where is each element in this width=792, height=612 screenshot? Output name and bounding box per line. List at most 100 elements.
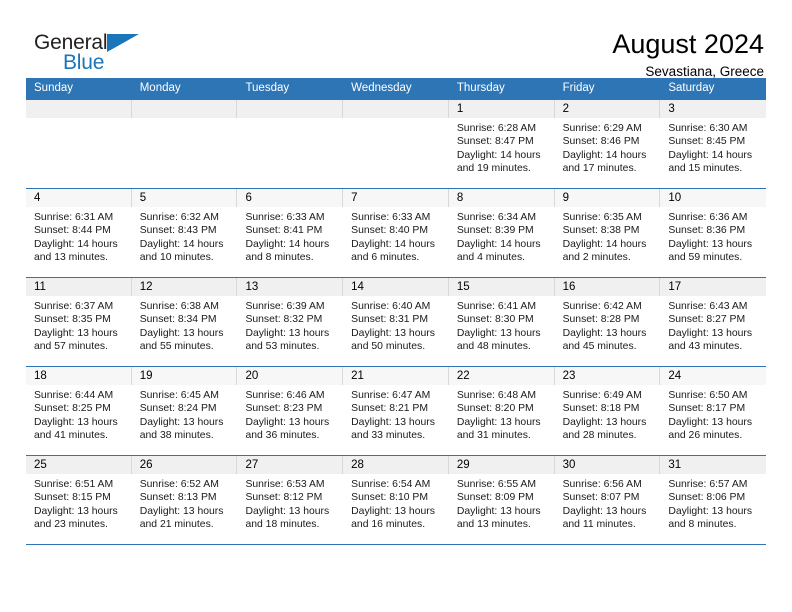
sunset-text: Sunset: 8:44 PM <box>34 225 111 237</box>
day-number: 18 <box>26 367 132 385</box>
sunset-text: Sunset: 8:46 PM <box>562 136 640 148</box>
day-number: 17 <box>660 278 767 296</box>
day-cell[interactable]: 12 Sunrise: 6:38 AM Sunset: 8:34 PM Dayl… <box>131 278 238 366</box>
daylight-text-line2: and 11 minutes. <box>562 519 636 531</box>
daylight-text-line1: Daylight: 13 hours <box>668 238 753 250</box>
sunset-text: Sunset: 8:15 PM <box>34 492 111 504</box>
day-details: Sunrise: 6:38 AM Sunset: 8:34 PM Dayligh… <box>131 296 238 366</box>
day-cell[interactable]: 4 Sunrise: 6:31 AM Sunset: 8:44 PM Dayli… <box>26 189 132 277</box>
sunrise-text: Sunrise: 6:56 AM <box>562 479 642 490</box>
day-cell[interactable]: 8 Sunrise: 6:34 AM Sunset: 8:39 PM Dayli… <box>448 189 555 277</box>
day-cell[interactable]: 24 Sunrise: 6:50 AM Sunset: 8:17 PM Dayl… <box>660 367 767 455</box>
sunrise-text: Sunrise: 6:40 AM <box>351 301 431 312</box>
daylight-text-line1: Daylight: 13 hours <box>34 505 118 517</box>
day-cell[interactable]: 7 Sunrise: 6:33 AM Sunset: 8:40 PM Dayli… <box>343 189 449 277</box>
day-number: 30 <box>554 456 661 474</box>
day-cell[interactable]: 27 Sunrise: 6:53 AM Sunset: 8:12 PM Dayl… <box>237 456 344 544</box>
daylight-text-line1: Daylight: 13 hours <box>668 327 753 339</box>
day-details: Sunrise: 6:33 AM Sunset: 8:40 PM Dayligh… <box>343 207 449 277</box>
day-number: 27 <box>237 456 344 474</box>
daylight-text-line1: Daylight: 14 hours <box>34 238 118 250</box>
daylight-text-line1: Daylight: 13 hours <box>668 505 753 517</box>
daylight-text-line1: Daylight: 13 hours <box>351 505 435 517</box>
daylight-text-line1: Daylight: 14 hours <box>562 149 647 161</box>
day-cell[interactable]: 15 Sunrise: 6:41 AM Sunset: 8:30 PM Dayl… <box>448 278 555 366</box>
day-cell[interactable]: 21 Sunrise: 6:47 AM Sunset: 8:21 PM Dayl… <box>343 367 449 455</box>
daylight-text-line2: and 43 minutes. <box>668 341 743 353</box>
day-cell[interactable]: 30 Sunrise: 6:56 AM Sunset: 8:07 PM Dayl… <box>554 456 661 544</box>
daylight-text-line2: and 17 minutes. <box>562 163 637 175</box>
sunrise-text: Sunrise: 6:50 AM <box>668 390 748 401</box>
day-details: Sunrise: 6:54 AM Sunset: 8:10 PM Dayligh… <box>343 474 449 544</box>
day-number: 10 <box>660 189 767 207</box>
day-cell[interactable]: 17 Sunrise: 6:43 AM Sunset: 8:27 PM Dayl… <box>660 278 767 366</box>
day-details: Sunrise: 6:40 AM Sunset: 8:31 PM Dayligh… <box>343 296 449 366</box>
sunrise-text: Sunrise: 6:33 AM <box>245 212 325 223</box>
day-details: Sunrise: 6:39 AM Sunset: 8:32 PM Dayligh… <box>237 296 344 366</box>
day-cell[interactable]: 29 Sunrise: 6:55 AM Sunset: 8:09 PM Dayl… <box>448 456 555 544</box>
week-row: 11 Sunrise: 6:37 AM Sunset: 8:35 PM Dayl… <box>26 277 767 366</box>
sunset-text: Sunset: 8:17 PM <box>668 403 746 415</box>
day-cell[interactable]: 16 Sunrise: 6:42 AM Sunset: 8:28 PM Dayl… <box>554 278 661 366</box>
page-header: General Blue August 2024 Sevastiana, Gre… <box>26 0 766 79</box>
day-cell[interactable]: 3 Sunrise: 6:30 AM Sunset: 8:45 PM Dayli… <box>660 100 767 188</box>
day-details: Sunrise: 6:50 AM Sunset: 8:17 PM Dayligh… <box>660 385 767 455</box>
sunset-text: Sunset: 8:12 PM <box>245 492 323 504</box>
sunset-text: Sunset: 8:32 PM <box>245 314 323 326</box>
daylight-text-line2: and 10 minutes. <box>139 252 214 264</box>
general-blue-logo[interactable]: General Blue <box>34 30 164 86</box>
day-cell[interactable]: 19 Sunrise: 6:45 AM Sunset: 8:24 PM Dayl… <box>131 367 238 455</box>
sunset-text: Sunset: 8:30 PM <box>456 314 534 326</box>
day-cell[interactable]: 26 Sunrise: 6:52 AM Sunset: 8:13 PM Dayl… <box>131 456 238 544</box>
day-number: 26 <box>131 456 238 474</box>
day-cell[interactable]: 11 Sunrise: 6:37 AM Sunset: 8:35 PM Dayl… <box>26 278 132 366</box>
sunset-text: Sunset: 8:09 PM <box>456 492 534 504</box>
day-cell[interactable]: 9 Sunrise: 6:35 AM Sunset: 8:38 PM Dayli… <box>554 189 661 277</box>
day-cell[interactable]: 14 Sunrise: 6:40 AM Sunset: 8:31 PM Dayl… <box>343 278 449 366</box>
daylight-text-line1: Daylight: 14 hours <box>351 238 435 250</box>
day-cell[interactable]: 23 Sunrise: 6:49 AM Sunset: 8:18 PM Dayl… <box>554 367 661 455</box>
daylight-text-line2: and 26 minutes. <box>668 430 743 442</box>
day-details: Sunrise: 6:34 AM Sunset: 8:39 PM Dayligh… <box>448 207 555 277</box>
calendar-page: General Blue August 2024 Sevastiana, Gre… <box>0 0 792 612</box>
day-cell[interactable]: 5 Sunrise: 6:32 AM Sunset: 8:43 PM Dayli… <box>131 189 238 277</box>
day-cell-empty <box>237 100 344 188</box>
sunset-text: Sunset: 8:21 PM <box>351 403 428 415</box>
sunrise-text: Sunrise: 6:53 AM <box>245 479 325 490</box>
daylight-text-line2: and 21 minutes. <box>139 519 214 531</box>
sunset-text: Sunset: 8:07 PM <box>562 492 640 504</box>
sunset-text: Sunset: 8:31 PM <box>351 314 428 326</box>
day-number: 4 <box>26 189 132 207</box>
daylight-text-line2: and 15 minutes. <box>668 163 743 175</box>
day-cell[interactable]: 22 Sunrise: 6:48 AM Sunset: 8:20 PM Dayl… <box>448 367 555 455</box>
day-cell[interactable]: 10 Sunrise: 6:36 AM Sunset: 8:36 PM Dayl… <box>660 189 767 277</box>
sunset-text: Sunset: 8:18 PM <box>562 403 640 415</box>
day-details: Sunrise: 6:44 AM Sunset: 8:25 PM Dayligh… <box>26 385 132 455</box>
day-number: 7 <box>343 189 449 207</box>
day-details: Sunrise: 6:48 AM Sunset: 8:20 PM Dayligh… <box>448 385 555 455</box>
day-cell[interactable]: 31 Sunrise: 6:57 AM Sunset: 8:06 PM Dayl… <box>660 456 767 544</box>
day-details: Sunrise: 6:41 AM Sunset: 8:30 PM Dayligh… <box>448 296 555 366</box>
daylight-text-line1: Daylight: 13 hours <box>456 327 541 339</box>
sunset-text: Sunset: 8:27 PM <box>668 314 746 326</box>
day-details: Sunrise: 6:51 AM Sunset: 8:15 PM Dayligh… <box>26 474 132 544</box>
sunset-text: Sunset: 8:25 PM <box>34 403 111 415</box>
daylight-text-line1: Daylight: 13 hours <box>562 416 647 428</box>
daylight-text-line1: Daylight: 14 hours <box>139 238 224 250</box>
day-number: 14 <box>343 278 449 296</box>
logo-flag-icon <box>107 34 139 52</box>
calendar-bottom-rule <box>26 544 766 545</box>
day-cell[interactable]: 1 Sunrise: 6:28 AM Sunset: 8:47 PM Dayli… <box>448 100 555 188</box>
day-cell[interactable]: 18 Sunrise: 6:44 AM Sunset: 8:25 PM Dayl… <box>26 367 132 455</box>
day-cell[interactable]: 6 Sunrise: 6:33 AM Sunset: 8:41 PM Dayli… <box>237 189 344 277</box>
day-cell[interactable]: 13 Sunrise: 6:39 AM Sunset: 8:32 PM Dayl… <box>237 278 344 366</box>
daylight-text-line2: and 13 minutes. <box>456 519 531 531</box>
day-cell[interactable]: 28 Sunrise: 6:54 AM Sunset: 8:10 PM Dayl… <box>343 456 449 544</box>
day-cell[interactable]: 20 Sunrise: 6:46 AM Sunset: 8:23 PM Dayl… <box>237 367 344 455</box>
weekday-header-tuesday: Tuesday <box>245 82 290 94</box>
sunrise-text: Sunrise: 6:45 AM <box>139 390 219 401</box>
day-cell[interactable]: 2 Sunrise: 6:29 AM Sunset: 8:46 PM Dayli… <box>554 100 661 188</box>
day-cell[interactable]: 25 Sunrise: 6:51 AM Sunset: 8:15 PM Dayl… <box>26 456 132 544</box>
day-cell-empty <box>343 100 449 188</box>
sunset-text: Sunset: 8:06 PM <box>668 492 746 504</box>
